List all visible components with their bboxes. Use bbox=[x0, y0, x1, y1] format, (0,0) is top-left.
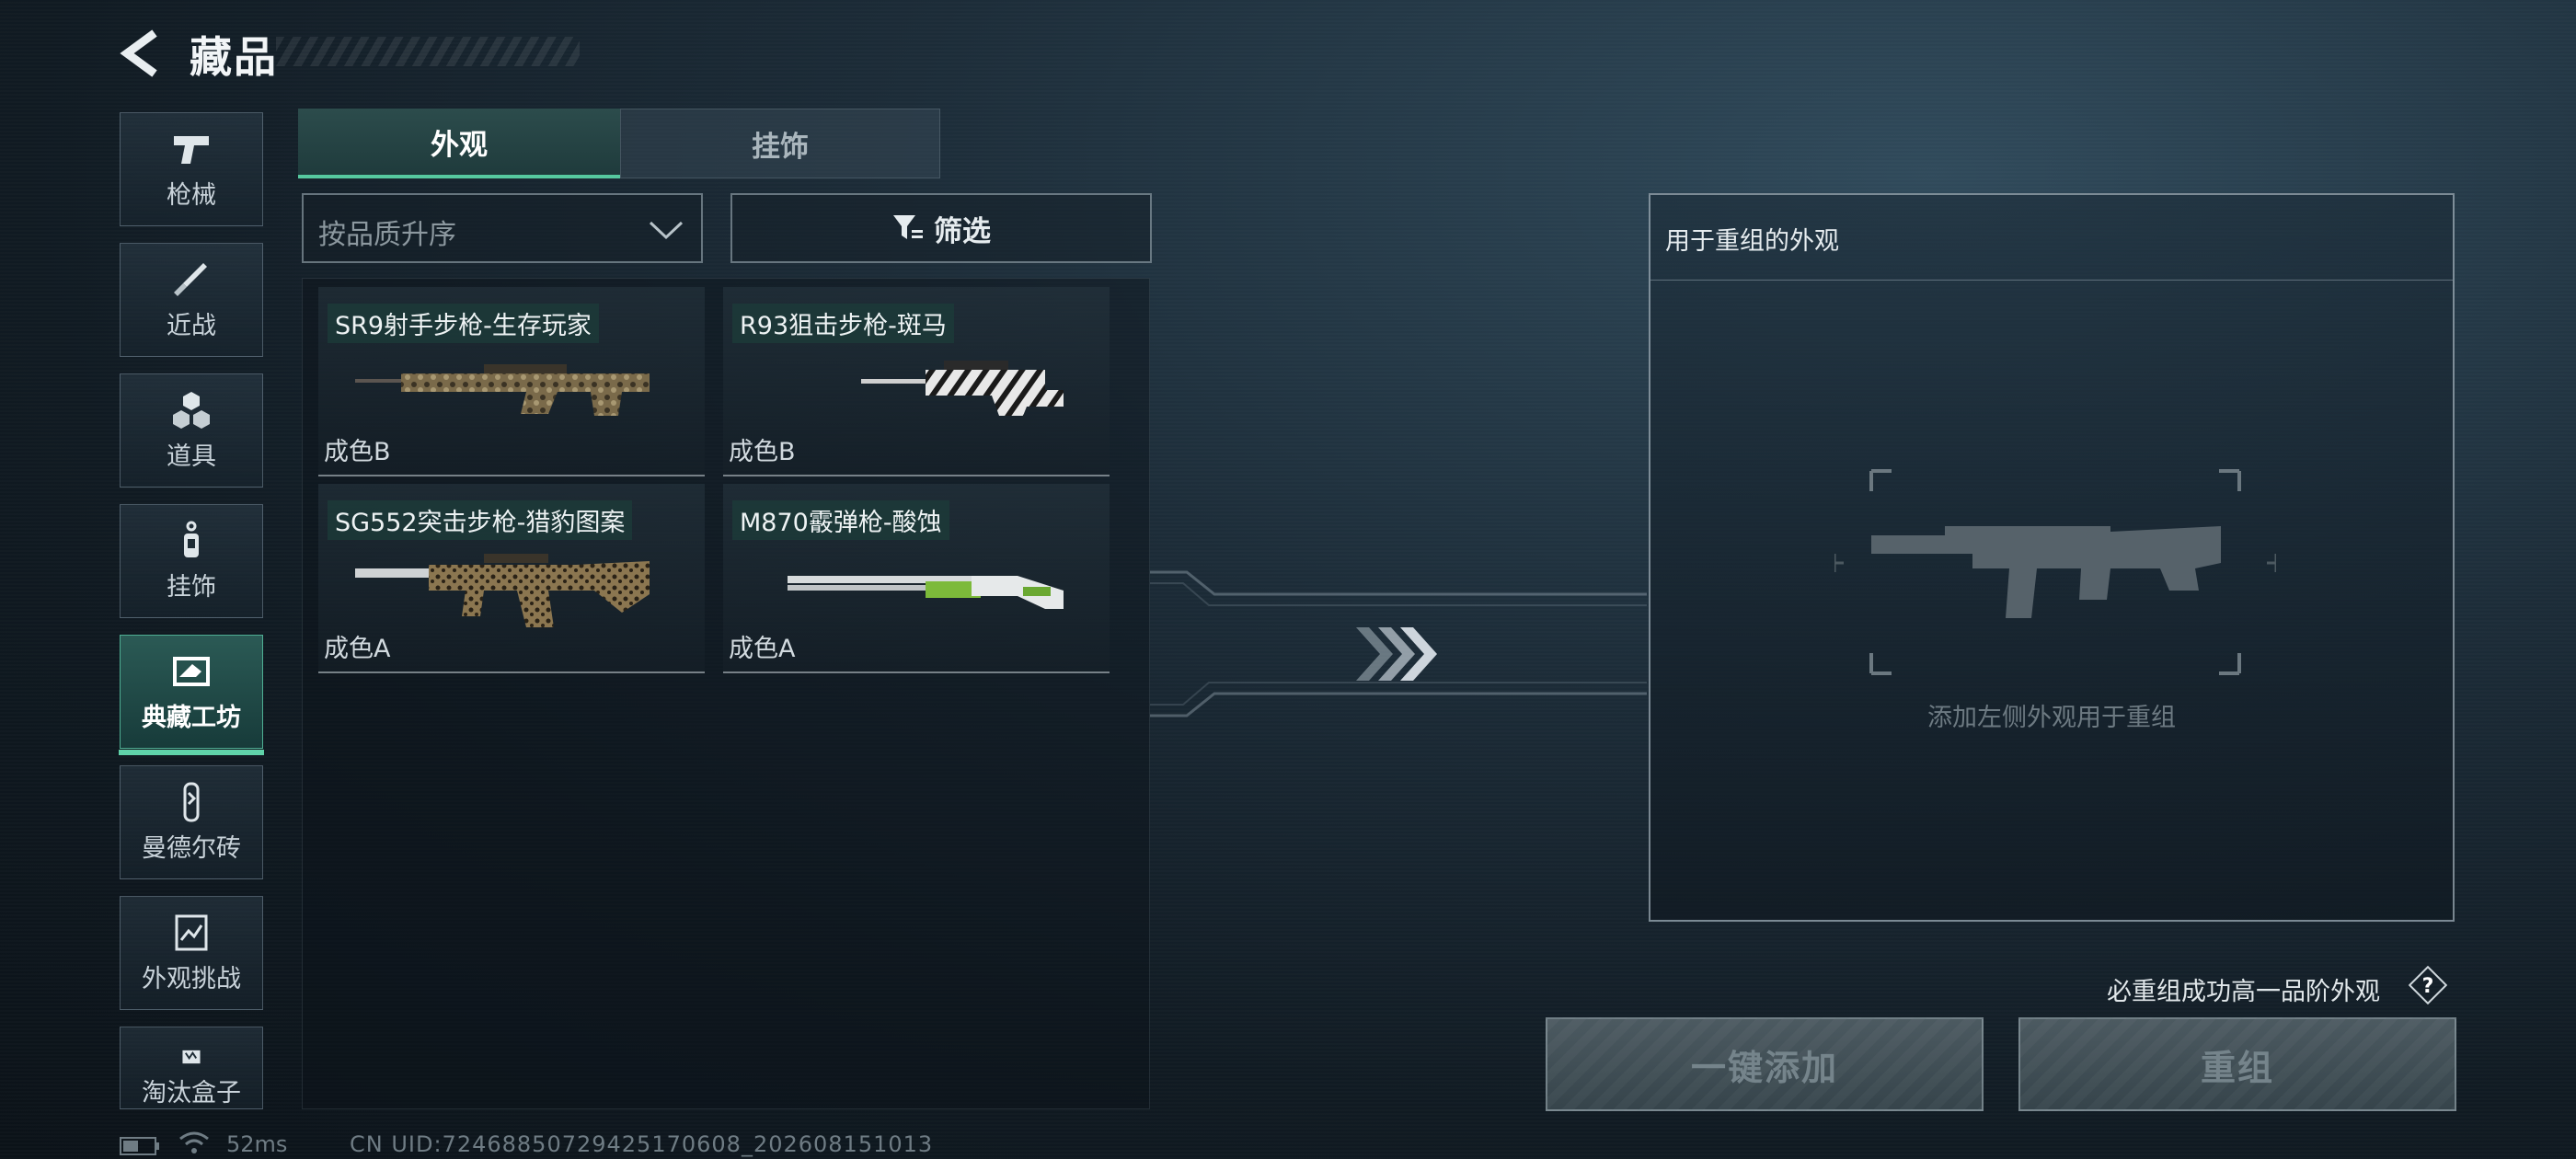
recombine-label: 重组 bbox=[2200, 1047, 2274, 1088]
chevron-down-icon bbox=[649, 221, 684, 240]
workshop-icon bbox=[173, 656, 210, 686]
sidebar-item-label: 外观挑战 bbox=[142, 964, 241, 993]
card-underline bbox=[318, 475, 705, 476]
sidebar-item-mandel-brick[interactable]: 曼德尔砖 bbox=[120, 765, 263, 879]
skin-card[interactable]: SG552突击步枪-猎豹图案 成色A bbox=[318, 484, 705, 673]
user-uid: CN UID:7246885072942517060​8_20260815101… bbox=[350, 1131, 934, 1157]
skin-name: M870霰弹枪-酸蚀 bbox=[732, 500, 949, 540]
tab-charms[interactable]: 挂饰 bbox=[620, 109, 940, 178]
guarantee-text: 必重组成功高一品阶外观 bbox=[2107, 978, 2380, 1006]
skin-name: SR9射手步枪-生存玩家 bbox=[328, 304, 599, 343]
box-icon bbox=[182, 1050, 201, 1064]
sidebar-item-elimination-box[interactable]: 淘汰盒子 bbox=[120, 1027, 263, 1109]
skin-name: SG552突击步枪-猎豹图案 bbox=[328, 500, 633, 540]
sidebar-item-charms[interactable]: 挂饰 bbox=[120, 504, 263, 618]
sidebar-item-label: 典藏工坊 bbox=[142, 703, 241, 732]
sidebar-item-workshop[interactable]: 典藏工坊 bbox=[119, 635, 264, 755]
brick-icon bbox=[183, 782, 200, 821]
card-underline bbox=[723, 671, 1110, 673]
recombine-panel-title: 用于重组的外观 bbox=[1665, 227, 1839, 256]
challenge-icon bbox=[175, 914, 208, 950]
skin-grade: 成色B bbox=[729, 438, 796, 466]
recombine-placeholder: 添加左侧外观用于重组 bbox=[1927, 704, 2176, 732]
wifi-icon bbox=[179, 1131, 209, 1153]
sidebar-item-label: 挂饰 bbox=[167, 572, 216, 602]
svg-text:?: ? bbox=[2422, 975, 2434, 998]
charm-icon bbox=[184, 521, 199, 557]
sidebar-item-skin-challenge[interactable]: 外观挑战 bbox=[120, 896, 263, 1010]
help-icon[interactable]: ? bbox=[2409, 966, 2447, 1004]
rifle-leopard-image bbox=[355, 554, 650, 627]
skin-grade: 成色A bbox=[324, 635, 391, 663]
pistol-icon bbox=[174, 135, 209, 164]
rifle-silhouette-icon[interactable] bbox=[1834, 462, 2276, 683]
tab-skins[interactable]: 外观 bbox=[298, 109, 620, 178]
add-all-label: 一键添加 bbox=[1690, 1047, 1838, 1088]
sort-dropdown[interactable]: 按品质升序 bbox=[302, 193, 703, 263]
skin-grade: 成色B bbox=[324, 438, 391, 466]
back-arrow-icon[interactable] bbox=[118, 28, 164, 79]
rifle-zebra-image bbox=[861, 361, 1064, 416]
sidebar-item-label: 曼德尔砖 bbox=[142, 833, 241, 863]
skin-card[interactable]: SR9射手步枪-生存玩家 成色B bbox=[318, 287, 705, 476]
sidebar-item-label: 枪械 bbox=[167, 180, 216, 210]
recombine-panel-header: 用于重组的外观 bbox=[1650, 195, 2453, 281]
sidebar-item-label: 淘汰盒子 bbox=[142, 1079, 241, 1107]
shotgun-acid-image bbox=[788, 576, 1064, 609]
title-decoration bbox=[276, 37, 580, 66]
skin-card[interactable]: R93狙击步枪-斑马 成色B bbox=[723, 287, 1110, 476]
skin-card[interactable]: M870霰弹枪-酸蚀 成色A bbox=[723, 484, 1110, 673]
sort-value: 按品质升序 bbox=[318, 219, 456, 251]
sidebar-item-label: 道具 bbox=[167, 442, 216, 471]
skin-name: R93狙击步枪-斑马 bbox=[732, 304, 954, 343]
sidebar-item-melee[interactable]: 近战 bbox=[120, 243, 263, 357]
filter-label: 筛选 bbox=[934, 214, 991, 248]
grenades-icon bbox=[173, 391, 210, 429]
forward-arrows-icon bbox=[1356, 627, 1437, 681]
recombine-panel: 用于重组的外观 添加左侧外观用于重组 bbox=[1649, 193, 2455, 922]
sidebar-item-guns[interactable]: 枪械 bbox=[120, 112, 263, 226]
ping-readout: 52ms bbox=[226, 1131, 288, 1157]
card-underline bbox=[723, 475, 1110, 476]
add-all-button[interactable]: 一键添加 bbox=[1546, 1017, 1984, 1111]
page-title: 藏品 bbox=[190, 32, 278, 82]
knife-icon bbox=[174, 262, 207, 296]
card-underline bbox=[318, 671, 705, 673]
sidebar-item-label: 近战 bbox=[167, 311, 216, 340]
rifle-camo-image bbox=[355, 364, 650, 416]
filter-icon bbox=[893, 215, 923, 239]
battery-icon bbox=[120, 1137, 159, 1155]
skin-grade: 成色A bbox=[729, 635, 796, 663]
filter-button[interactable]: 筛选 bbox=[730, 193, 1152, 263]
sidebar-item-items[interactable]: 道具 bbox=[120, 373, 263, 488]
recombine-button[interactable]: 重组 bbox=[2018, 1017, 2456, 1111]
